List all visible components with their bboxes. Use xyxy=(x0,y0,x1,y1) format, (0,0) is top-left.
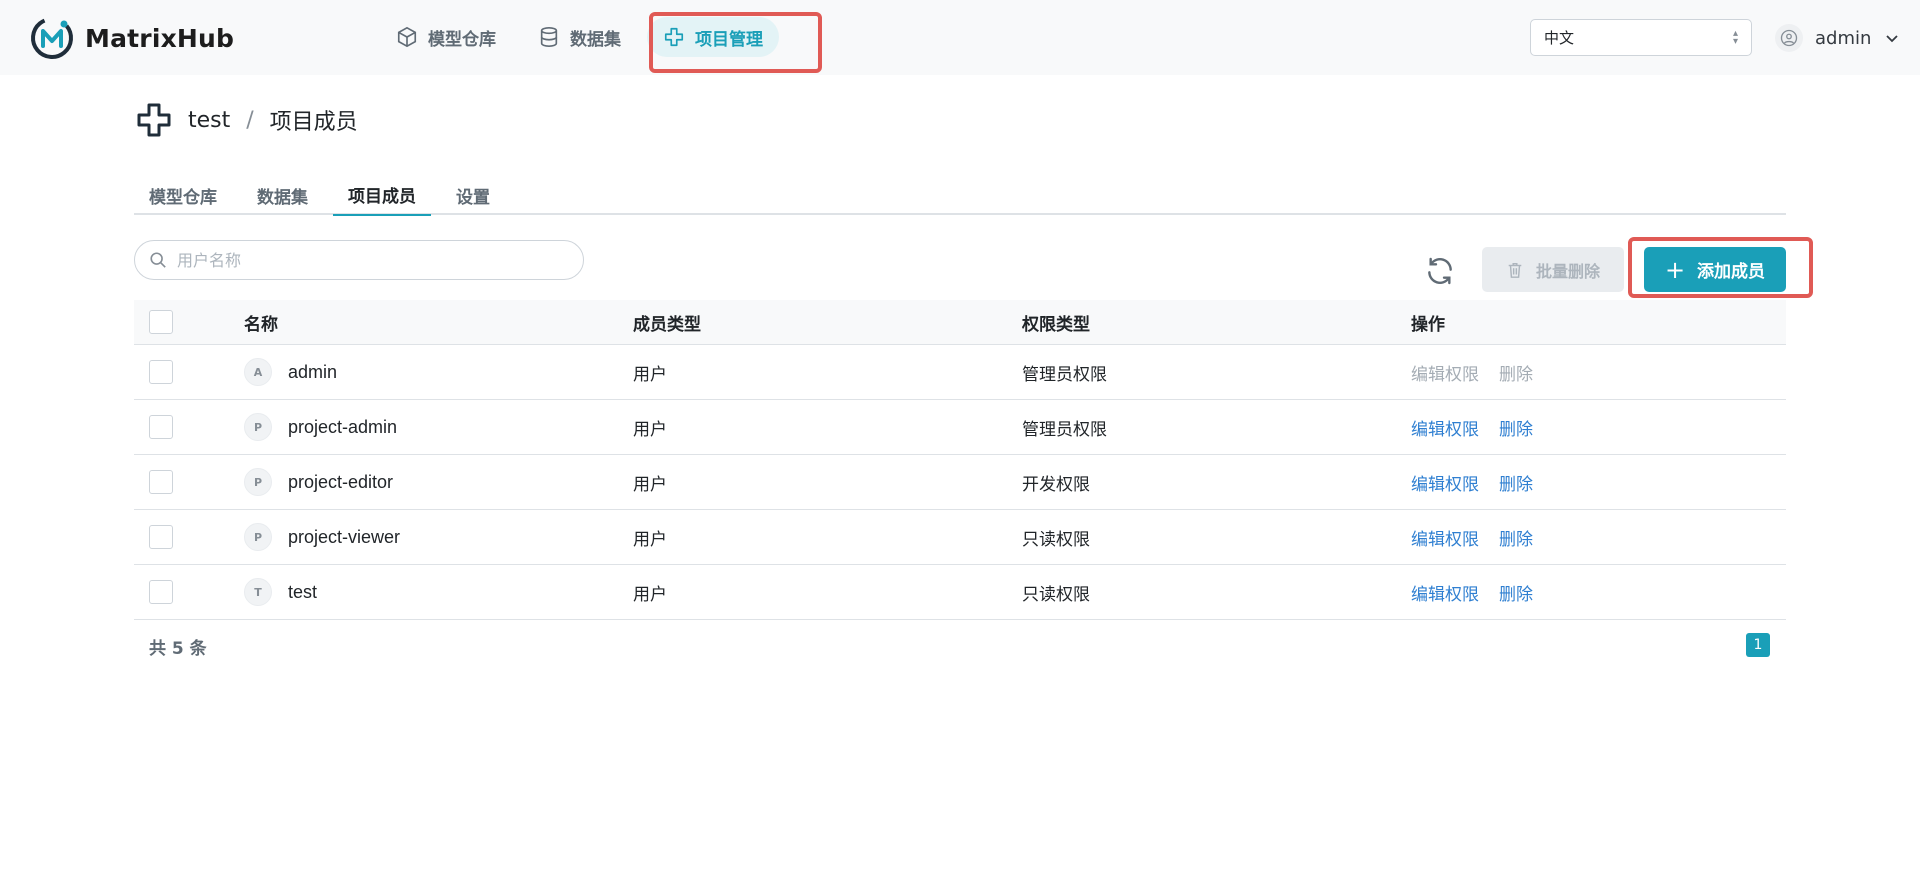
member-avatar: P xyxy=(244,523,272,551)
project-tabs: 模型仓库 数据集 项目成员 设置 xyxy=(134,175,1786,216)
delete-link[interactable]: 删除 xyxy=(1499,525,1533,550)
member-type: 用户 xyxy=(633,364,667,385)
header-member-type: 成员类型 xyxy=(633,314,701,335)
header-permission: 权限类型 xyxy=(1022,314,1090,335)
nav-item-models[interactable]: 模型仓库 xyxy=(380,17,512,57)
cube-icon xyxy=(397,26,417,48)
member-type: 用户 xyxy=(633,584,667,605)
total-count: 共 5 条 xyxy=(149,639,207,659)
member-permission: 管理员权限 xyxy=(1022,419,1107,440)
user-menu[interactable]: admin xyxy=(1775,24,1899,52)
row-checkbox[interactable] xyxy=(149,580,173,604)
member-type: 用户 xyxy=(633,529,667,550)
member-type: 用户 xyxy=(633,419,667,440)
table-header: 名称 成员类型 权限类型 操作 xyxy=(134,300,1786,345)
breadcrumb: test / 项目成员 xyxy=(134,100,358,140)
member-avatar: P xyxy=(244,468,272,496)
username: admin xyxy=(1815,27,1872,49)
select-arrows-icon: ▴ ▾ xyxy=(1732,27,1738,47)
member-name: admin xyxy=(288,361,338,382)
language-select[interactable]: 中文 ▴ ▾ xyxy=(1530,19,1752,56)
edit-permission-link: 编辑权限 xyxy=(1411,364,1479,385)
nav-item-projects[interactable]: 项目管理 xyxy=(647,17,779,57)
matrixhub-logo-icon xyxy=(31,17,73,59)
select-all-checkbox[interactable] xyxy=(149,310,173,334)
search-icon xyxy=(150,252,166,268)
member-name: test xyxy=(288,581,318,602)
edit-permission-link[interactable]: 编辑权限 xyxy=(1411,525,1479,550)
tab-members[interactable]: 项目成员 xyxy=(333,175,431,216)
user-avatar xyxy=(1775,24,1803,52)
member-avatar: T xyxy=(244,578,272,606)
project-icon xyxy=(664,27,684,47)
member-name: project-editor xyxy=(288,471,394,492)
table-row: P project-viewer 用户 只读权限 编辑权限 删除 xyxy=(134,510,1786,565)
tab-datasets[interactable]: 数据集 xyxy=(242,175,323,215)
nav-item-datasets[interactable]: 数据集 xyxy=(522,17,637,57)
header-operations: 操作 xyxy=(1411,314,1445,335)
breadcrumb-page: 项目成员 xyxy=(269,110,358,135)
members-table: 名称 成员类型 权限类型 操作 A admin 用户 管理员权限 编辑权限 删除… xyxy=(134,300,1786,620)
search-box xyxy=(134,240,584,280)
row-checkbox[interactable] xyxy=(149,415,173,439)
chevron-down-icon xyxy=(1886,35,1899,43)
member-type: 用户 xyxy=(633,474,667,495)
language-value: 中文 xyxy=(1544,29,1575,47)
breadcrumb-separator: / xyxy=(246,107,254,133)
table-row: P project-editor 用户 开发权限 编辑权限 删除 xyxy=(134,455,1786,510)
user-circle-icon xyxy=(1780,29,1798,47)
row-checkbox[interactable] xyxy=(149,470,173,494)
project-icon xyxy=(137,103,171,137)
member-avatar: P xyxy=(244,413,272,441)
member-permission: 管理员权限 xyxy=(1022,364,1107,385)
tab-models[interactable]: 模型仓库 xyxy=(134,175,232,215)
member-name: project-admin xyxy=(288,416,398,437)
delete-link[interactable]: 删除 xyxy=(1499,470,1533,495)
database-icon xyxy=(540,27,558,47)
nav-item-label: 模型仓库 xyxy=(428,29,496,50)
member-permission: 只读权限 xyxy=(1022,584,1090,605)
delete-link[interactable]: 删除 xyxy=(1499,415,1533,440)
top-header: MatrixHub 模型仓库 数据集 项目管理 中文 ▴ ▾ admin xyxy=(0,0,1920,75)
member-permission: 只读权限 xyxy=(1022,529,1090,550)
app-name: MatrixHub xyxy=(85,23,235,53)
edit-permission-link[interactable]: 编辑权限 xyxy=(1411,580,1479,605)
member-name: project-viewer xyxy=(288,526,401,547)
delete-link[interactable]: 删除 xyxy=(1499,580,1533,605)
breadcrumb-project[interactable]: test xyxy=(188,108,230,133)
table-row: T test 用户 只读权限 编辑权限 删除 xyxy=(134,565,1786,620)
member-avatar: A xyxy=(244,358,272,386)
nav-item-label: 项目管理 xyxy=(695,29,763,50)
batch-delete-button[interactable]: 批量删除 xyxy=(1482,247,1624,292)
trash-icon xyxy=(1508,262,1522,278)
edit-permission-link[interactable]: 编辑权限 xyxy=(1411,470,1479,495)
main-nav: 模型仓库 数据集 项目管理 xyxy=(380,17,789,57)
refresh-icon[interactable] xyxy=(1424,255,1456,287)
add-member-button[interactable]: + 添加成员 xyxy=(1644,247,1786,292)
nav-item-label: 数据集 xyxy=(570,29,621,50)
search-input[interactable] xyxy=(177,250,557,270)
add-member-label: 添加成员 xyxy=(1697,262,1766,282)
table-row: A admin 用户 管理员权限 编辑权限 删除 xyxy=(134,345,1786,400)
row-checkbox[interactable] xyxy=(149,525,173,549)
delete-link: 删除 xyxy=(1499,364,1533,385)
page-button[interactable]: 1 xyxy=(1746,633,1770,657)
app-logo[interactable]: MatrixHub xyxy=(29,15,234,61)
header-name: 名称 xyxy=(244,314,278,335)
row-checkbox[interactable] xyxy=(149,360,173,384)
edit-permission-link[interactable]: 编辑权限 xyxy=(1411,415,1479,440)
tab-settings[interactable]: 设置 xyxy=(441,175,505,215)
plus-icon: + xyxy=(1664,255,1686,284)
member-permission: 开发权限 xyxy=(1022,474,1090,495)
batch-delete-label: 批量删除 xyxy=(1535,261,1600,281)
table-row: P project-admin 用户 管理员权限 编辑权限 删除 xyxy=(134,400,1786,455)
